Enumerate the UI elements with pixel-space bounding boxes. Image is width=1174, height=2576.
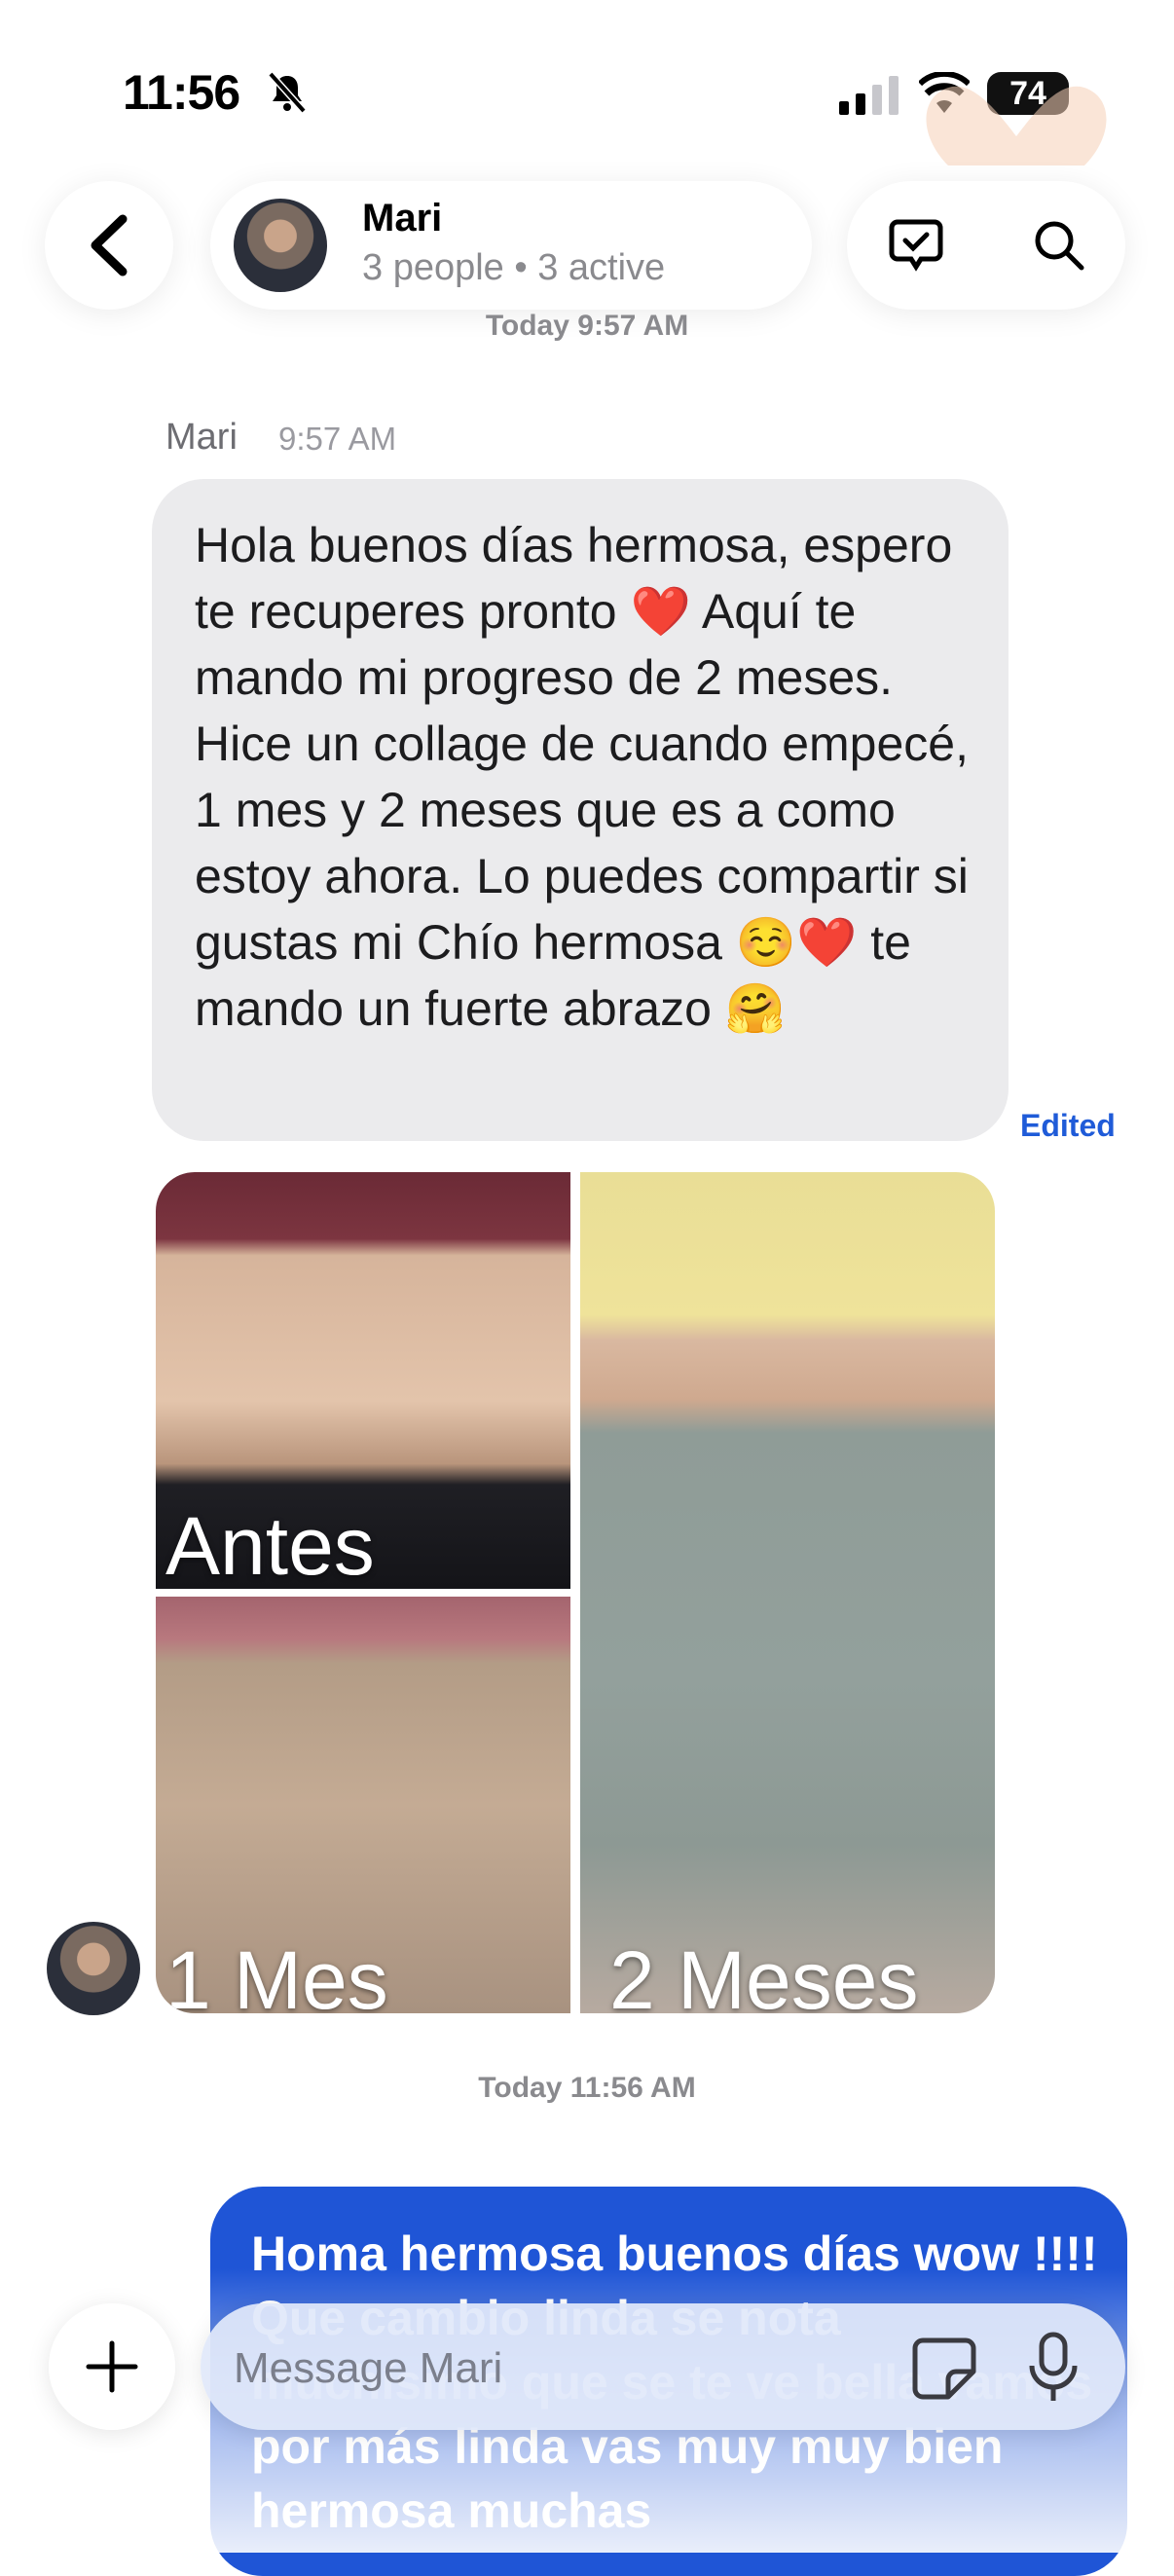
back-chevron-icon [91, 214, 128, 276]
microphone-icon[interactable] [1024, 2331, 1082, 2405]
add-attachment-button[interactable] [49, 2303, 175, 2430]
sticker-icon[interactable] [909, 2333, 979, 2403]
two-months-label: 2 Meses [609, 1934, 919, 2013]
signal-icon [839, 76, 899, 115]
conversation-name: Mari [362, 197, 443, 239]
status-time: 11:56 [123, 65, 240, 120]
edited-label: Edited [1020, 1108, 1116, 1143]
checklist-icon [889, 219, 943, 272]
sender-avatar[interactable] [47, 1922, 140, 2015]
timestamp-first: Today 9:57 AM [485, 310, 689, 342]
incoming-message-text: Hola buenos días hermosa, espero te recu… [195, 518, 969, 1036]
one-month-label: 1 Mes [165, 1934, 388, 2013]
sender-name: Mari [165, 417, 238, 458]
timestamp-second: Today 11:56 AM [478, 2072, 696, 2104]
message-placeholder: Message Mari [234, 2344, 503, 2392]
one-month-photo: 1 Mes [156, 1597, 570, 2013]
two-months-photo: 2 Meses [580, 1172, 995, 2013]
search-icon [1035, 221, 1084, 271]
plus-icon [86, 2340, 138, 2393]
before-label: Antes [165, 1500, 375, 1589]
conversation-subtitle: 3 people • 3 active [362, 247, 666, 288]
checklist-button[interactable] [882, 210, 950, 278]
heart-hands-emoji [926, 86, 1107, 166]
search-button[interactable] [1024, 210, 1092, 278]
bell-slash-icon [268, 71, 307, 114]
before-photo: Antes [156, 1172, 570, 1589]
progress-collage-image[interactable]: Antes 1 Mes 2 Meses [156, 1172, 995, 2013]
sender-time: 9:57 AM [278, 421, 397, 457]
header-actions [847, 181, 1125, 310]
group-avatar [234, 199, 327, 292]
back-button[interactable] [45, 181, 173, 310]
